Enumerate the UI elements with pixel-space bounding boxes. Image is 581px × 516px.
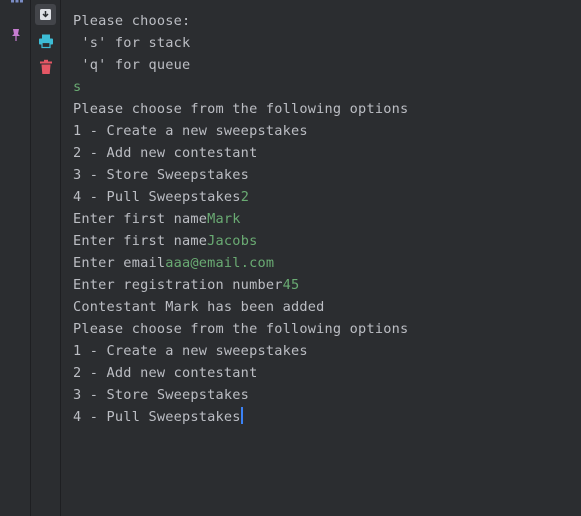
console-line: Please choose from the following options bbox=[73, 318, 408, 340]
console-output-text: Please choose from the following options bbox=[73, 321, 409, 337]
console-line: 2 - Add new contestant bbox=[73, 142, 257, 164]
console-user-input: Jacobs bbox=[207, 233, 258, 249]
console-user-input: aaa@email.com bbox=[165, 255, 275, 271]
scroll-to-end-icon[interactable] bbox=[35, 4, 56, 25]
console-output-text: 3 - Store Sweepstakes bbox=[73, 387, 250, 403]
console-line: Enter first nameJacobs bbox=[73, 230, 257, 252]
console-line: Enter first nameMark bbox=[73, 208, 241, 230]
run-console-window: Please choose: 's' for stack 'q' for que… bbox=[0, 0, 581, 516]
console-output-text: 'q' for queue bbox=[73, 57, 191, 73]
console-output-text: 2 - Add new contestant bbox=[73, 145, 258, 161]
console-output-text: 3 - Store Sweepstakes bbox=[73, 167, 250, 183]
console-output-text: Enter first name bbox=[73, 211, 208, 227]
console-line: Please choose: bbox=[73, 10, 190, 32]
console-line: 3 - Store Sweepstakes bbox=[73, 384, 249, 406]
left-tool-window-strip bbox=[0, 0, 31, 516]
delete-icon[interactable] bbox=[39, 59, 53, 75]
print-icon[interactable] bbox=[38, 33, 54, 49]
console-output-text: 1 - Create a new sweepstakes bbox=[73, 343, 308, 359]
console-line: 2 - Add new contestant bbox=[73, 362, 257, 384]
console-output[interactable]: Please choose: 's' for stack 'q' for que… bbox=[61, 0, 581, 516]
console-line: Enter registration number45 bbox=[73, 274, 299, 296]
console-output-text: Enter email bbox=[73, 255, 166, 271]
console-line: 4 - Pull Sweepstakes2 bbox=[73, 186, 249, 208]
console-toolbar bbox=[31, 0, 61, 516]
console-output-text: Enter first name bbox=[73, 233, 208, 249]
console-user-input: 2 bbox=[240, 189, 250, 205]
console-line: Please choose from the following options bbox=[73, 98, 408, 120]
pin-icon[interactable] bbox=[9, 28, 23, 42]
console-output-text: 's' for stack bbox=[73, 35, 191, 51]
console-output-text: 1 - Create a new sweepstakes bbox=[73, 123, 308, 139]
console-line: 1 - Create a new sweepstakes bbox=[73, 340, 308, 362]
console-output-text: 4 - Pull Sweepstakes bbox=[73, 409, 241, 425]
console-line: 1 - Create a new sweepstakes bbox=[73, 120, 308, 142]
console-line: 's' for stack bbox=[73, 32, 190, 54]
console-line: Contestant Mark has been added bbox=[73, 296, 325, 318]
console-line: Enter emailaaa@email.com bbox=[73, 252, 274, 274]
console-output-text: Contestant Mark has been added bbox=[73, 299, 325, 315]
console-output-text: Please choose from the following options bbox=[73, 101, 409, 117]
console-user-input: s bbox=[73, 79, 82, 95]
console-line: 3 - Store Sweepstakes bbox=[73, 164, 249, 186]
console-line: 4 - Pull Sweepstakes bbox=[73, 406, 243, 428]
console-user-input: Mark bbox=[207, 211, 241, 227]
text-caret bbox=[240, 407, 243, 424]
console-output-text: 4 - Pull Sweepstakes bbox=[73, 189, 241, 205]
console-user-input: 45 bbox=[282, 277, 300, 293]
grid-icon[interactable] bbox=[10, 0, 24, 8]
console-line: s bbox=[73, 76, 81, 98]
console-output-text: 2 - Add new contestant bbox=[73, 365, 258, 381]
console-line: 'q' for queue bbox=[73, 54, 190, 76]
console-output-text: Enter registration number bbox=[73, 277, 283, 293]
console-output-text: Please choose: bbox=[73, 13, 191, 29]
